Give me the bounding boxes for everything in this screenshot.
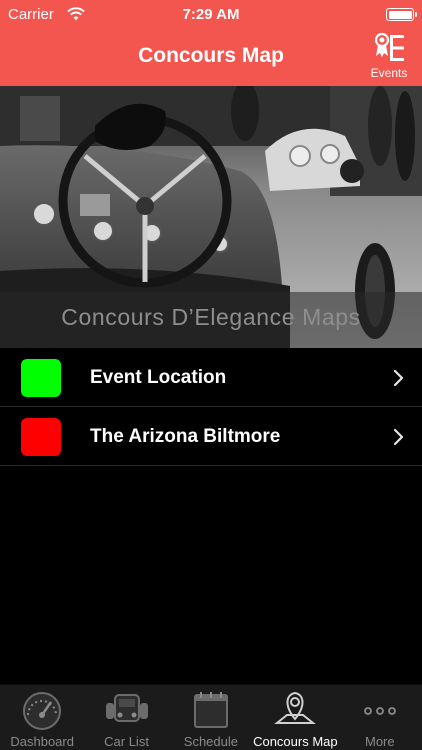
tab-label: Concours Map: [253, 734, 338, 749]
tab-car-list[interactable]: Car List: [84, 685, 168, 750]
list-item-label: The Arizona Biltmore: [90, 426, 281, 447]
tab-label: Schedule: [183, 734, 238, 749]
speedometer-icon: [23, 692, 62, 730]
red-swatch: [21, 418, 61, 456]
chevron-right-icon: [393, 369, 404, 387]
green-swatch: [21, 359, 61, 397]
list-item-label: Event Location: [90, 367, 227, 388]
events-label: Events: [370, 66, 408, 80]
list-item-arizona-biltmore[interactable]: The Arizona Biltmore: [0, 407, 422, 466]
tab-label: More: [364, 734, 395, 749]
chevron-right-icon: [393, 428, 404, 446]
tab-schedule[interactable]: Schedule: [169, 685, 253, 750]
calendar-icon: [193, 692, 228, 728]
hero-caption: Concours D’Elegance Maps: [61, 304, 361, 330]
hero-caption-bar: Concours D’Elegance Maps: [0, 292, 422, 348]
map-pin-icon: [274, 691, 317, 724]
map-list: Event Location The Arizona Biltmore: [0, 348, 422, 466]
battery-icon: [386, 8, 417, 21]
hero-image: Concours D’Elegance Maps: [0, 86, 422, 348]
tab-label: Dashboard: [10, 734, 74, 749]
tab-label: Car List: [104, 734, 149, 749]
tab-dashboard[interactable]: Dashboard: [0, 685, 84, 750]
car-icon: [105, 694, 148, 722]
tab-concours-map[interactable]: Concours Map: [253, 685, 338, 750]
more-icon: [363, 707, 396, 715]
tab-more[interactable]: More: [338, 685, 422, 750]
page-title: Concours Map: [138, 44, 284, 67]
events-button[interactable]: Events: [364, 32, 414, 84]
status-bar: Carrier 7:29 AM: [0, 0, 422, 30]
status-time: 7:29 AM: [182, 6, 240, 23]
nav-bar: Concours Map Events: [0, 30, 422, 86]
tab-bar: Dashboard Car List Schedule Concours Map: [0, 684, 422, 750]
ribbon-list-icon: [374, 32, 404, 61]
list-item-event-location[interactable]: Event Location: [0, 348, 422, 407]
